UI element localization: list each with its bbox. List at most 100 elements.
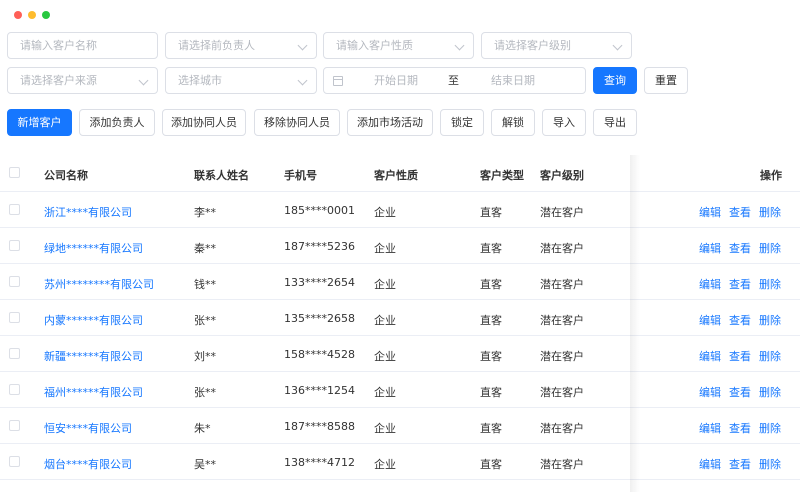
company-link[interactable]: 绿地******有限公司 bbox=[44, 240, 143, 256]
row-checkbox[interactable] bbox=[9, 204, 20, 215]
type-cell: 直客 bbox=[480, 314, 502, 327]
contact-cell: 张** bbox=[194, 386, 216, 399]
view-action[interactable]: 查看 bbox=[729, 420, 751, 436]
contact-cell: 秦** bbox=[194, 242, 216, 255]
delete-action[interactable]: 删除 bbox=[759, 420, 781, 436]
view-action[interactable]: 查看 bbox=[729, 384, 751, 400]
row-checkbox[interactable] bbox=[9, 312, 20, 323]
edit-action[interactable]: 编辑 bbox=[699, 420, 721, 436]
level-cell: 潜在客户 bbox=[540, 314, 584, 327]
add-collaborator-button[interactable]: 添加协同人员 bbox=[162, 109, 246, 136]
contact-cell: 钱** bbox=[194, 278, 216, 291]
nature-cell: 企业 bbox=[374, 278, 396, 291]
contact-cell: 朱* bbox=[194, 422, 211, 435]
header-type: 客户类型 bbox=[480, 169, 524, 182]
add-customer-button[interactable]: 新增客户 bbox=[7, 109, 72, 136]
edit-action[interactable]: 编辑 bbox=[699, 384, 721, 400]
add-owner-button[interactable]: 添加负责人 bbox=[79, 109, 155, 136]
table-row: 浙江****有限公司 李** 185****0001 企业 直客 潜在客户 编辑 查看 删除 bbox=[0, 192, 800, 228]
edit-action[interactable]: 编辑 bbox=[699, 204, 721, 220]
add-market-activity-button[interactable]: 添加市场活动 bbox=[347, 109, 433, 136]
reset-button[interactable]: 重置 bbox=[644, 67, 688, 94]
unlock-button[interactable]: 解锁 bbox=[491, 109, 535, 136]
contact-cell: 张** bbox=[194, 314, 216, 327]
row-checkbox[interactable] bbox=[9, 240, 20, 251]
row-checkbox[interactable] bbox=[9, 420, 20, 431]
owner-placeholder: 请选择前负责人 bbox=[178, 39, 255, 52]
company-link[interactable]: 浙江****有限公司 bbox=[44, 204, 132, 220]
table-row: 新疆******有限公司 刘** 158****4528 企业 直客 潜在客户 编辑 查看 删除 bbox=[0, 336, 800, 372]
level-cell: 潜在客户 bbox=[540, 386, 584, 399]
date-range-picker[interactable]: 开始日期 至 结束日期 bbox=[323, 67, 586, 94]
view-action[interactable]: 查看 bbox=[729, 456, 751, 472]
nature-cell: 企业 bbox=[374, 422, 396, 435]
chevron-down-icon bbox=[612, 40, 623, 51]
phone-cell: 187****5236 bbox=[284, 240, 355, 253]
nature-cell: 企业 bbox=[374, 350, 396, 363]
company-link[interactable]: 烟台****有限公司 bbox=[44, 456, 132, 472]
end-date-input[interactable]: 结束日期 bbox=[491, 68, 535, 93]
maximize-window-dot[interactable] bbox=[42, 11, 50, 19]
delete-action[interactable]: 删除 bbox=[759, 348, 781, 364]
select-all-checkbox[interactable] bbox=[9, 167, 20, 178]
customer-nature-select[interactable]: 请输入客户性质 bbox=[323, 32, 474, 59]
city-select[interactable]: 选择城市 bbox=[165, 67, 317, 94]
edit-action[interactable]: 编辑 bbox=[699, 312, 721, 328]
view-action[interactable]: 查看 bbox=[729, 312, 751, 328]
start-date-input[interactable]: 开始日期 bbox=[374, 68, 418, 93]
header-actions: 操作 bbox=[760, 169, 782, 182]
table-header: 公司名称 联系人姓名 手机号 客户性质 客户类型 客户级别 操作 bbox=[0, 155, 800, 192]
view-action[interactable]: 查看 bbox=[729, 204, 751, 220]
company-link[interactable]: 福州******有限公司 bbox=[44, 384, 143, 400]
delete-action[interactable]: 删除 bbox=[759, 240, 781, 256]
delete-action[interactable]: 删除 bbox=[759, 204, 781, 220]
edit-action[interactable]: 编辑 bbox=[699, 456, 721, 472]
row-checkbox[interactable] bbox=[9, 348, 20, 359]
customer-name-placeholder: 请输入客户名称 bbox=[20, 39, 97, 52]
nature-cell: 企业 bbox=[374, 242, 396, 255]
customer-name-input[interactable]: 请输入客户名称 bbox=[7, 32, 158, 59]
customer-source-placeholder: 请选择客户来源 bbox=[20, 74, 97, 87]
remove-collaborator-button[interactable]: 移除协同人员 bbox=[254, 109, 340, 136]
table-row: 福州******有限公司 张** 136****1254 企业 直客 潜在客户 编辑 查看 删除 bbox=[0, 372, 800, 408]
row-checkbox[interactable] bbox=[9, 384, 20, 395]
edit-action[interactable]: 编辑 bbox=[699, 348, 721, 364]
import-button[interactable]: 导入 bbox=[542, 109, 586, 136]
phone-cell: 185****0001 bbox=[284, 204, 355, 217]
close-window-dot[interactable] bbox=[14, 11, 22, 19]
header-phone: 手机号 bbox=[284, 169, 317, 182]
type-cell: 直客 bbox=[480, 458, 502, 471]
header-contact: 联系人姓名 bbox=[194, 169, 249, 182]
company-link[interactable]: 内蒙******有限公司 bbox=[44, 312, 143, 328]
customer-source-select[interactable]: 请选择客户来源 bbox=[7, 67, 158, 94]
edit-action[interactable]: 编辑 bbox=[699, 276, 721, 292]
chevron-down-icon bbox=[297, 40, 308, 51]
type-cell: 直客 bbox=[480, 278, 502, 291]
row-checkbox[interactable] bbox=[9, 456, 20, 467]
edit-action[interactable]: 编辑 bbox=[699, 240, 721, 256]
view-action[interactable]: 查看 bbox=[729, 276, 751, 292]
delete-action[interactable]: 删除 bbox=[759, 276, 781, 292]
delete-action[interactable]: 删除 bbox=[759, 312, 781, 328]
delete-action[interactable]: 删除 bbox=[759, 456, 781, 472]
level-cell: 潜在客户 bbox=[540, 242, 584, 255]
phone-cell: 187****8588 bbox=[284, 420, 355, 433]
view-action[interactable]: 查看 bbox=[729, 240, 751, 256]
company-link[interactable]: 新疆******有限公司 bbox=[44, 348, 143, 364]
export-button[interactable]: 导出 bbox=[593, 109, 637, 136]
row-checkbox[interactable] bbox=[9, 276, 20, 287]
level-cell: 潜在客户 bbox=[540, 422, 584, 435]
minimize-window-dot[interactable] bbox=[28, 11, 36, 19]
delete-action[interactable]: 删除 bbox=[759, 384, 781, 400]
table-row: 绿地******有限公司 秦** 187****5236 企业 直客 潜在客户 编辑 查看 删除 bbox=[0, 228, 800, 264]
company-link[interactable]: 恒安****有限公司 bbox=[44, 420, 132, 436]
type-cell: 直客 bbox=[480, 242, 502, 255]
customer-level-select[interactable]: 请选择客户级别 bbox=[481, 32, 632, 59]
company-link[interactable]: 苏州********有限公司 bbox=[44, 276, 154, 292]
lock-button[interactable]: 锁定 bbox=[440, 109, 484, 136]
owner-select[interactable]: 请选择前负责人 bbox=[165, 32, 317, 59]
query-button[interactable]: 查询 bbox=[593, 67, 637, 94]
city-placeholder: 选择城市 bbox=[178, 74, 222, 87]
view-action[interactable]: 查看 bbox=[729, 348, 751, 364]
chevron-down-icon bbox=[297, 75, 308, 86]
